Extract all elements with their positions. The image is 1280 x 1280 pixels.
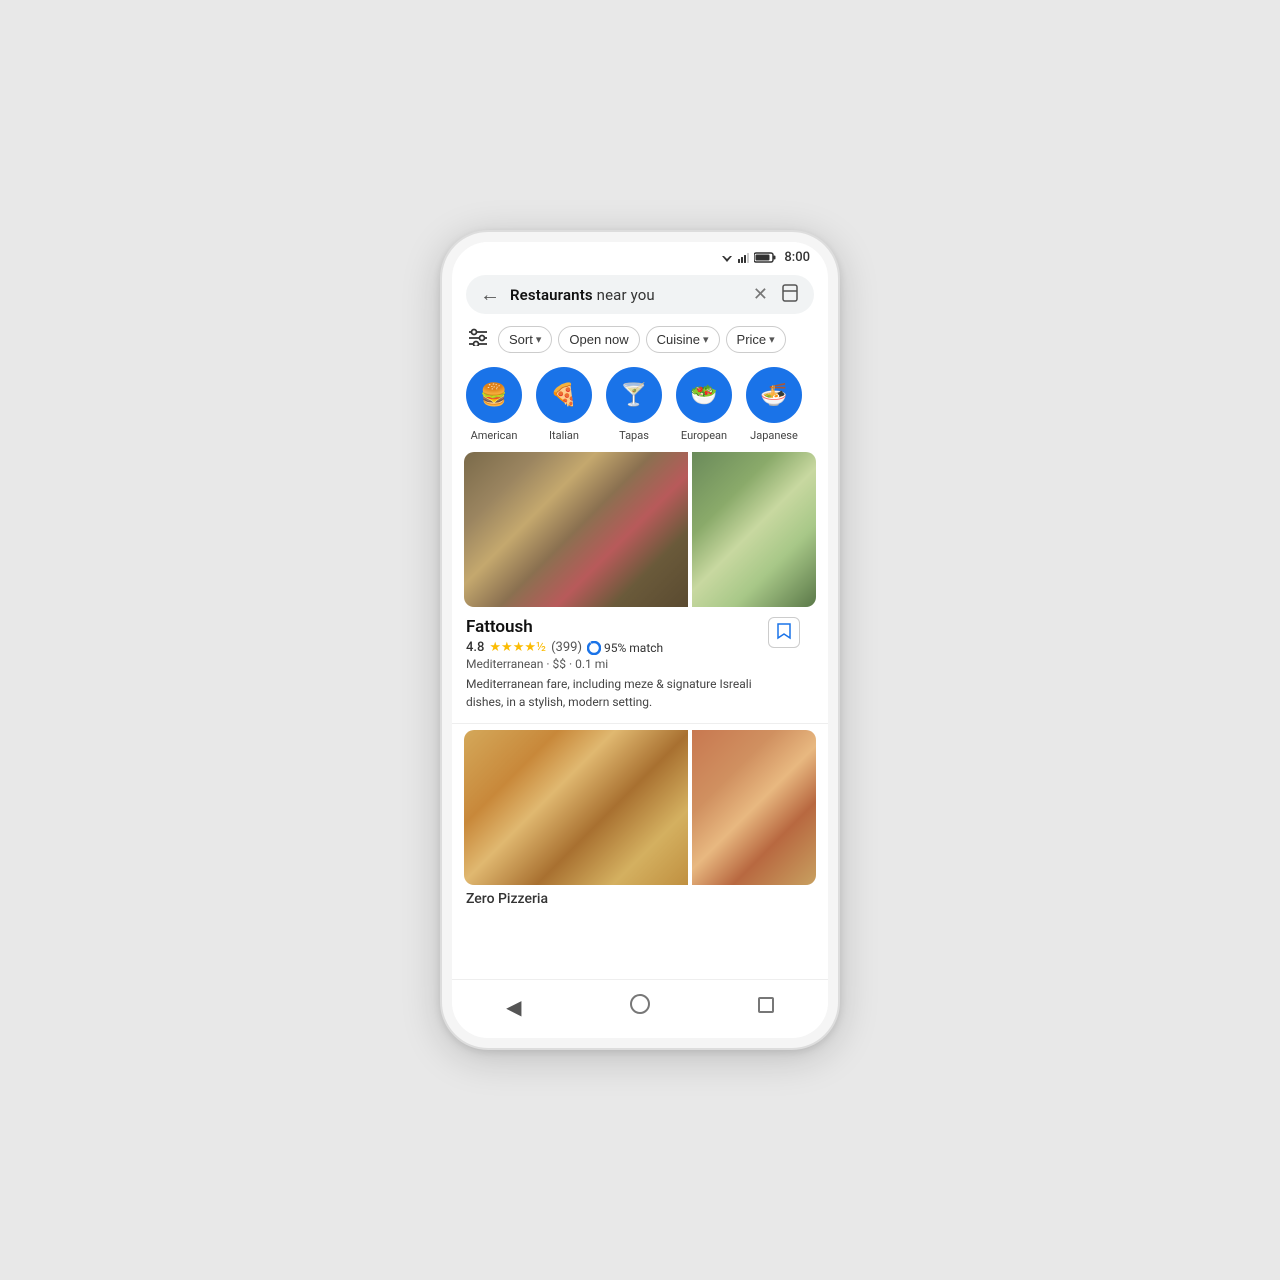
fattoush-rating-row: 4.8 ★★★★½ (399) 95% match [466, 640, 774, 655]
cuisine-italian-icon: 🍕 [536, 367, 592, 423]
price-chip-arrow: ▾ [769, 333, 775, 346]
fattoush-match-badge: 95% match [587, 641, 663, 655]
fattoush-info: Fattoush 4.8 ★★★★½ (399) 95% match [452, 607, 828, 717]
cuisine-tapas-label: Tapas [619, 429, 649, 442]
sort-chip-arrow: ▾ [536, 333, 542, 346]
fattoush-rating-num: 4.8 [466, 640, 484, 655]
nav-back-button[interactable]: ◀ [490, 991, 537, 1024]
sort-filter-chip[interactable]: Sort ▾ [498, 326, 552, 353]
cuisine-chip-arrow: ▾ [703, 333, 709, 346]
pizzeria-name: Zero Pizzeria [452, 885, 828, 909]
open-now-filter-chip[interactable]: Open now [558, 326, 639, 353]
phone-device: 8:00 ← Restaurants near you ✕ [440, 230, 840, 1050]
fattoush-description: Mediterranean fare, including meze & sig… [466, 675, 774, 711]
fattoush-meta: Mediterranean · $$ · 0.1 mi [466, 657, 774, 671]
bottom-navigation: ◀ [452, 979, 828, 1038]
tune-icon [468, 328, 488, 346]
fattoush-name: Fattoush [466, 617, 774, 637]
nav-home-icon [630, 994, 650, 1014]
nav-overview-button[interactable] [742, 992, 790, 1023]
cuisine-italian[interactable]: 🍕 Italian [536, 367, 592, 442]
fattoush-info-content: Fattoush 4.8 ★★★★½ (399) 95% match [466, 617, 774, 711]
pizzeria-images [464, 730, 816, 885]
signal-icon [738, 252, 750, 263]
battery-icon [754, 252, 776, 263]
cuisine-japanese-icon: 🍜 [746, 367, 802, 423]
filter-tune-button[interactable] [464, 326, 492, 353]
pizzeria-side-image [692, 730, 816, 885]
cuisine-filter-chip[interactable]: Cuisine ▾ [646, 326, 720, 353]
cuisine-tapas[interactable]: 🍸 Tapas [606, 367, 662, 442]
fattoush-stars: ★★★★½ [489, 640, 546, 655]
cuisine-tapas-icon: 🍸 [606, 367, 662, 423]
phone-screen: 8:00 ← Restaurants near you ✕ [452, 242, 828, 1038]
bookmark-outline-icon [776, 622, 792, 640]
fattoush-review-count: (399) [551, 640, 582, 655]
price-filter-chip[interactable]: Price ▾ [726, 326, 786, 353]
cuisine-european[interactable]: 🥗 European [676, 367, 732, 442]
bookmark-icon [780, 283, 800, 303]
cuisine-japanese[interactable]: 🍜 Japanese [746, 367, 802, 442]
cuisine-american-icon: 🍔 [466, 367, 522, 423]
restaurant-card-zero-pizzeria[interactable]: Zero Pizzeria [452, 730, 828, 909]
cuisine-italian-label: Italian [549, 429, 579, 442]
restaurant-card-fattoush[interactable]: Fattoush 4.8 ★★★★½ (399) 95% match [452, 452, 828, 717]
status-time: 8:00 [784, 250, 810, 265]
fattoush-info-row: Fattoush 4.8 ★★★★½ (399) 95% match [466, 617, 814, 711]
filter-row: Sort ▾ Open now Cuisine ▾ Price ▾ [452, 322, 828, 361]
cuisine-japanese-label: Japanese [750, 429, 798, 442]
fattoush-bookmark-button[interactable] [768, 617, 800, 648]
wifi-icon [720, 252, 734, 263]
cuisine-row: 🍔 American 🍕 Italian 🍸 Tapas 🥗 European … [452, 361, 828, 452]
cuisine-european-label: European [681, 429, 727, 442]
fattoush-side-image [692, 452, 816, 607]
status-icons: 8:00 [720, 250, 810, 265]
cuisine-american[interactable]: 🍔 American [466, 367, 522, 442]
search-query: Restaurants near you [510, 286, 743, 304]
pizzeria-main-image [464, 730, 688, 885]
card-divider [452, 723, 828, 724]
search-bar: ← Restaurants near you ✕ [466, 275, 814, 314]
cuisine-american-label: American [471, 429, 518, 442]
fattoush-images [464, 452, 816, 607]
search-back-button[interactable]: ← [478, 285, 502, 305]
fattoush-main-image [464, 452, 688, 607]
nav-overview-icon [758, 997, 774, 1013]
search-bookmark-button[interactable] [778, 283, 802, 306]
search-clear-button[interactable]: ✕ [751, 284, 770, 305]
nav-home-button[interactable] [614, 990, 666, 1024]
match-circle-icon [587, 641, 601, 655]
cuisine-european-icon: 🥗 [676, 367, 732, 423]
status-bar: 8:00 [452, 242, 828, 269]
